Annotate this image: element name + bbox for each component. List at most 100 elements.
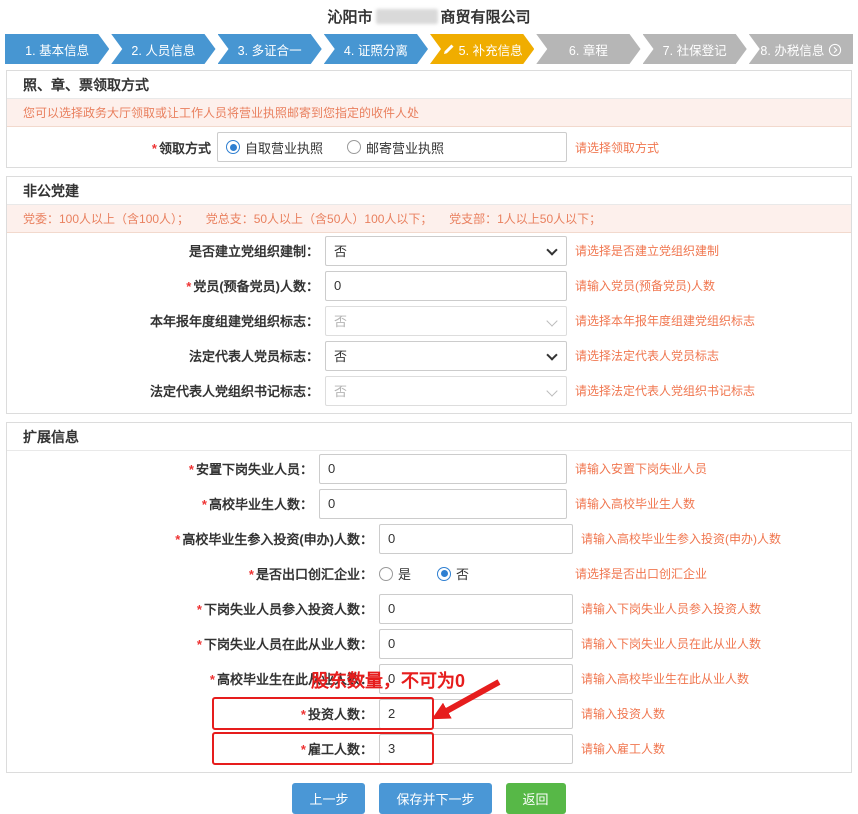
- step-tab-social-security[interactable]: 7. 社保登记: [643, 34, 747, 64]
- radio-icon[interactable]: [437, 567, 451, 581]
- step-label: 4. 证照分离: [344, 40, 408, 59]
- radio-icon[interactable]: [226, 140, 240, 154]
- required-mark: *: [197, 637, 202, 652]
- radio-export-enterprise-group: 是 否: [379, 564, 567, 583]
- field-hint: 请选择是否建立党组织建制: [575, 242, 851, 259]
- chevron-down-icon: [546, 385, 557, 396]
- input-graduates-invest-count[interactable]: [379, 524, 573, 554]
- section-note: 党委：100人以上（含100人）； 党总支：50人以上（含50人）100人以下；…: [7, 205, 851, 233]
- form-row: *投资人数： 请输入投资人数: [7, 696, 851, 731]
- radio-label: 邮寄营业执照: [366, 138, 444, 157]
- select-value: 否: [334, 311, 347, 330]
- field-label: 法定代表人党组织书记标志：: [7, 381, 325, 400]
- required-mark: *: [197, 602, 202, 617]
- step-tab-charter[interactable]: 6. 章程: [536, 34, 640, 64]
- field-label: *高校毕业生人数：: [7, 494, 319, 513]
- field-label: *领取方式: [7, 138, 217, 157]
- field-hint: 请输入雇工人数: [581, 740, 857, 757]
- required-mark: *: [301, 707, 306, 722]
- form-row: 法定代表人党员标志： 否 请选择法定代表人党员标志: [7, 338, 851, 373]
- form-row: *党员(预备党员)人数： 请输入党员(预备党员)人数: [7, 268, 851, 303]
- form-row: *高校毕业生人数： 请输入高校毕业生人数: [7, 486, 851, 521]
- radio-icon[interactable]: [347, 140, 361, 154]
- step-label: 8. 办税信息: [760, 40, 824, 59]
- redacted-company-name: [376, 9, 438, 24]
- form-row: 法定代表人党组织书记标志： 否 请选择法定代表人党组织书记标志: [7, 373, 851, 408]
- input-graduates-count[interactable]: [319, 489, 567, 519]
- form-row: 是否建立党组织建制： 否 请选择是否建立党组织建制: [7, 233, 851, 268]
- input-party-members-count[interactable]: [325, 271, 567, 301]
- prev-step-button[interactable]: 上一步: [292, 783, 365, 814]
- radio-export-yes[interactable]: 是: [379, 564, 411, 583]
- section-title: 照、章、票领取方式: [7, 71, 851, 99]
- field-hint: 请选择领取方式: [575, 139, 851, 156]
- field-hint: 请选择本年报年度组建党组织标志: [575, 312, 851, 329]
- select-value: 否: [334, 346, 347, 365]
- step-tab-tax-info[interactable]: 8. 办税信息: [749, 34, 853, 64]
- input-employees-count[interactable]: [379, 734, 573, 764]
- field-label: *高校毕业生在此从业人数：: [7, 669, 379, 688]
- radio-mail-license[interactable]: 邮寄营业执照: [347, 138, 444, 157]
- required-mark: *: [301, 742, 306, 757]
- input-laid-off-employed-count[interactable]: [379, 629, 573, 659]
- chevron-down-icon: [546, 244, 557, 255]
- select-legal-rep-party-member-flag[interactable]: 否: [325, 341, 567, 371]
- field-label: 法定代表人党员标志：: [7, 346, 325, 365]
- radio-label: 否: [456, 564, 469, 583]
- section-extended-info: 扩展信息 *安置下岗失业人员： 请输入安置下岗失业人员 *高校毕业生人数： 请输…: [6, 422, 852, 773]
- required-mark: *: [249, 567, 254, 582]
- radio-label: 自取营业执照: [245, 138, 323, 157]
- field-label: *投资人数：: [7, 704, 379, 723]
- section-note: 您可以选择政务大厅领取或让工作人员将营业执照邮寄到您指定的收件人处: [7, 99, 851, 127]
- input-laid-off-invest-count[interactable]: [379, 594, 573, 624]
- field-label: *安置下岗失业人员：: [7, 459, 319, 478]
- step-tab-basic-info[interactable]: 1. 基本信息: [5, 34, 109, 64]
- field-hint: 请选择法定代表人党组织书记标志: [575, 382, 851, 399]
- field-hint: 请输入高校毕业生参入投资(申办)人数: [581, 530, 857, 547]
- select-annual-party-org-flag: 否: [325, 306, 567, 336]
- circle-arrow-icon: [828, 43, 841, 56]
- required-mark: *: [186, 279, 191, 294]
- input-laid-off-placed[interactable]: [319, 454, 567, 484]
- save-and-next-button[interactable]: 保存并下一步: [379, 783, 491, 814]
- select-party-org-established[interactable]: 否: [325, 236, 567, 266]
- select-value: 否: [334, 381, 347, 400]
- field-label: 是否建立党组织建制：: [7, 241, 325, 260]
- chevron-down-icon: [546, 315, 557, 326]
- required-mark: *: [210, 672, 215, 687]
- field-hint: 请输入高校毕业生人数: [575, 495, 851, 512]
- form-row: *下岗失业人员参入投资人数： 请输入下岗失业人员参入投资人数: [7, 591, 851, 626]
- field-hint: 请输入党员(预备党员)人数: [575, 277, 851, 294]
- step-label: 2. 人员信息: [131, 40, 195, 59]
- field-label: *高校毕业生参入投资(申办)人数：: [7, 529, 379, 548]
- form-row: *高校毕业生在此从业人数： 请输入高校毕业生在此从业人数: [7, 661, 851, 696]
- required-mark: *: [202, 497, 207, 512]
- section-party-building: 非公党建 党委：100人以上（含100人）； 党总支：50人以上（含50人）10…: [6, 176, 852, 414]
- pencil-icon: [442, 43, 455, 56]
- step-label: 1. 基本信息: [25, 40, 89, 59]
- radio-export-no[interactable]: 否: [437, 564, 469, 583]
- step-tab-multi-cert[interactable]: 3. 多证合一: [218, 34, 322, 64]
- form-row: *雇工人数： 请输入雇工人数: [7, 731, 851, 766]
- step-tab-personnel-info[interactable]: 2. 人员信息: [111, 34, 215, 64]
- pickup-method-option-box: 自取营业执照 邮寄营业执照: [217, 132, 567, 162]
- step-tab-supplement-info[interactable]: 5. 补充信息: [430, 34, 534, 64]
- step-tab-license-separation[interactable]: 4. 证照分离: [324, 34, 428, 64]
- radio-icon[interactable]: [379, 567, 393, 581]
- company-title: 沁阳市 商贸有限公司: [0, 0, 858, 26]
- field-label: *下岗失业人员在此从业人数：: [7, 634, 379, 653]
- return-button[interactable]: 返回: [506, 783, 566, 814]
- input-graduates-employed-count[interactable]: [379, 664, 573, 694]
- required-mark: *: [189, 462, 194, 477]
- select-legal-rep-party-secretary-flag: 否: [325, 376, 567, 406]
- step-label: 5. 补充信息: [459, 40, 523, 59]
- step-wizard: 1. 基本信息 2. 人员信息 3. 多证合一 4. 证照分离 5. 补充信息 …: [5, 34, 853, 64]
- form-row: *是否出口创汇企业： 是 否 请选择是否出口创汇企业: [7, 556, 851, 591]
- company-title-suffix: 商贸有限公司: [441, 6, 531, 27]
- radio-self-pickup[interactable]: 自取营业执照: [226, 138, 323, 157]
- form-row: 本年报年度组建党组织标志： 否 请选择本年报年度组建党组织标志: [7, 303, 851, 338]
- input-investors-count[interactable]: [379, 699, 573, 729]
- field-hint: 请选择法定代表人党员标志: [575, 347, 851, 364]
- field-label: *雇工人数：: [7, 739, 379, 758]
- field-hint: 请输入安置下岗失业人员: [575, 460, 851, 477]
